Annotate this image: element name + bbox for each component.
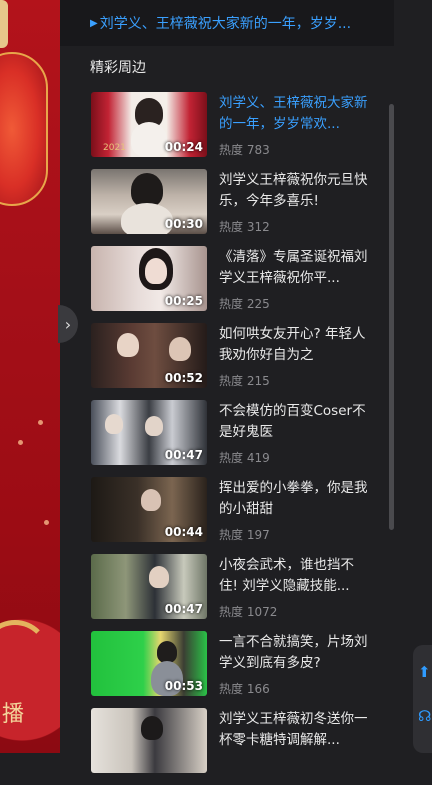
floating-toolbar: ⬆ ☊ xyxy=(413,645,432,753)
gold-tag-decoration xyxy=(0,0,8,48)
list-item[interactable]: 00:53 一言不合就搞笑，片场刘学义到底有多皮? 热度 166 xyxy=(90,631,390,708)
person-figure xyxy=(141,489,161,511)
video-duration: 00:47 xyxy=(164,602,203,616)
person-figure xyxy=(117,333,139,357)
play-indicator-icon: ▶ xyxy=(90,17,98,29)
video-heat: 热度 312 xyxy=(219,220,270,234)
video-duration: 00:52 xyxy=(164,371,203,385)
person-figure xyxy=(145,416,163,436)
list-item[interactable]: 00:47 不会模仿的百变Coser不是好鬼医 热度 419 xyxy=(90,400,390,477)
video-title[interactable]: 刘学义王梓薇初冬送你一杯零卡糖特调解解... xyxy=(219,709,369,751)
video-heat: 热度 419 xyxy=(219,451,270,465)
list-item[interactable]: 00:30 刘学义王梓薇祝你元旦快乐，今年多喜乐! 热度 312 xyxy=(90,169,390,246)
video-thumbnail[interactable]: 00:47 xyxy=(91,554,207,619)
headset-icon[interactable]: ☊ xyxy=(418,707,432,725)
person-figure xyxy=(157,641,177,663)
video-duration: 00:47 xyxy=(164,448,203,462)
video-title[interactable]: 挥出爱的小拳拳，你是我的小甜甜 xyxy=(219,478,369,520)
thumb-year: 2021 xyxy=(103,143,126,153)
person-figure xyxy=(105,414,123,434)
now-playing-title: 刘学义、王梓薇祝大家新的一年，岁岁... xyxy=(99,16,352,32)
player-overlay-char: 播 xyxy=(2,702,25,727)
lantern-decoration xyxy=(0,52,48,206)
video-heat: 热度 215 xyxy=(219,374,270,388)
section-title: 精彩周边 xyxy=(90,60,146,76)
spark-decoration xyxy=(38,420,43,425)
video-duration: 00:30 xyxy=(164,217,203,231)
spark-decoration xyxy=(44,520,49,525)
person-figure xyxy=(145,258,167,284)
list-scrollbar[interactable] xyxy=(389,104,394,530)
video-title[interactable]: 刘学义、王梓薇祝大家新的一年，岁岁常欢... xyxy=(219,93,369,135)
video-title[interactable]: 如何哄女友开心? 年轻人我劝你好自为之 xyxy=(219,324,369,366)
list-item[interactable]: 00:44 挥出爱的小拳拳，你是我的小甜甜 热度 197 xyxy=(90,477,390,554)
now-playing-bar[interactable]: ▶ 刘学义、王梓薇祝大家新的一年，岁岁... xyxy=(60,0,394,46)
video-heat: 热度 225 xyxy=(219,297,270,311)
chevron-right-icon: › xyxy=(64,314,72,334)
video-thumbnail[interactable]: 00:44 xyxy=(91,477,207,542)
person-figure xyxy=(169,337,191,361)
person-figure xyxy=(131,173,163,207)
video-duration: 00:24 xyxy=(164,140,203,154)
video-heat: 热度 197 xyxy=(219,528,270,542)
video-thumbnail[interactable]: 00:52 xyxy=(91,323,207,388)
video-duration: 00:53 xyxy=(164,679,203,693)
list-item[interactable]: 00:47 小夜会武术，谁也挡不住! 刘学义隐藏技能... 热度 1072 xyxy=(90,554,390,631)
person-figure xyxy=(141,716,163,740)
video-thumbnail[interactable]: 00:53 xyxy=(91,631,207,696)
gold-arc-decoration xyxy=(0,620,50,690)
arrow-up-icon[interactable]: ⬆ xyxy=(418,663,432,681)
video-player-edge[interactable]: 播 xyxy=(0,0,60,753)
video-heat: 热度 166 xyxy=(219,682,270,696)
video-title[interactable]: 不会模仿的百变Coser不是好鬼医 xyxy=(219,401,369,443)
video-title[interactable]: 刘学义王梓薇祝你元旦快乐，今年多喜乐! xyxy=(219,170,369,212)
video-heat: 热度 783 xyxy=(219,143,270,157)
video-thumbnail[interactable] xyxy=(91,708,207,773)
list-item[interactable]: 刘学义王梓薇初冬送你一杯零卡糖特调解解... xyxy=(90,708,390,785)
video-thumbnail[interactable]: 00:30 xyxy=(91,169,207,234)
spark-decoration xyxy=(18,440,23,445)
list-item[interactable]: 2021 00:24 刘学义、王梓薇祝大家新的一年，岁岁常欢... 热度 783 xyxy=(90,92,390,169)
video-title[interactable]: 小夜会武术，谁也挡不住! 刘学义隐藏技能... xyxy=(219,555,369,597)
video-duration: 00:44 xyxy=(164,525,203,539)
video-heat: 热度 1072 xyxy=(219,605,278,619)
list-item[interactable]: 00:52 如何哄女友开心? 年轻人我劝你好自为之 热度 215 xyxy=(90,323,390,400)
video-thumbnail[interactable]: 00:47 xyxy=(91,400,207,465)
video-duration: 00:25 xyxy=(164,294,203,308)
video-thumbnail[interactable]: 00:25 xyxy=(91,246,207,311)
video-title[interactable]: 一言不合就搞笑，片场刘学义到底有多皮? xyxy=(219,632,369,674)
person-figure xyxy=(131,122,167,157)
video-list: 2021 00:24 刘学义、王梓薇祝大家新的一年，岁岁常欢... 热度 783… xyxy=(90,92,390,785)
list-item[interactable]: 00:25 《清落》专属圣诞祝福刘学义王梓薇祝你平... 热度 225 xyxy=(90,246,390,323)
video-thumbnail[interactable]: 2021 00:24 xyxy=(91,92,207,157)
person-figure xyxy=(149,566,169,588)
video-title[interactable]: 《清落》专属圣诞祝福刘学义王梓薇祝你平... xyxy=(219,247,369,289)
related-panel: ▶ 刘学义、王梓薇祝大家新的一年，岁岁... 精彩周边 2021 00:24 刘… xyxy=(60,0,432,773)
